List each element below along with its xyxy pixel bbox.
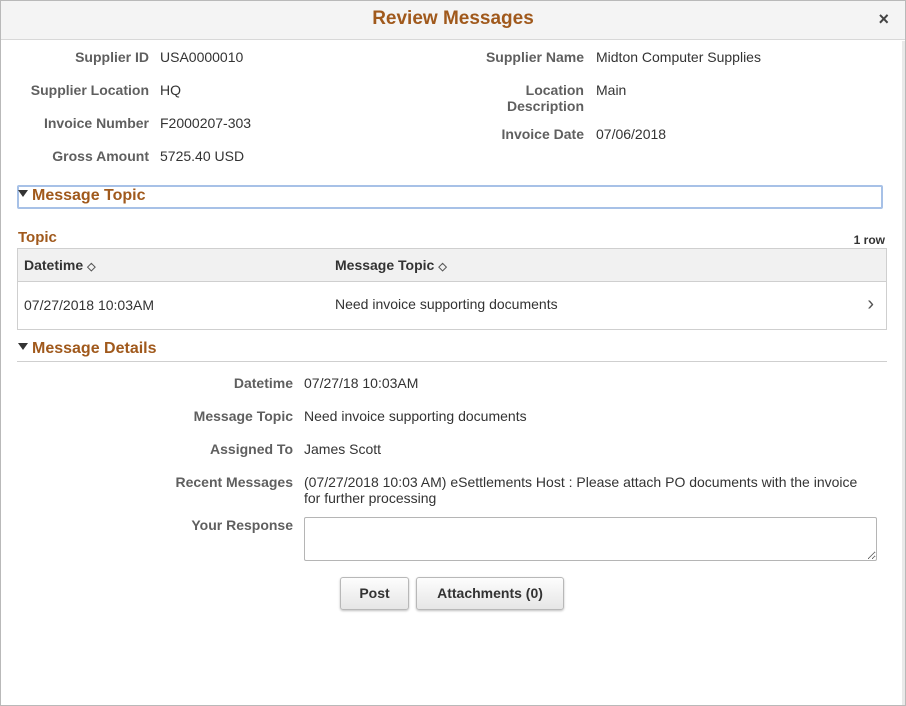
assigned-to-label: Assigned To bbox=[210, 441, 293, 457]
attachments-button[interactable]: Attachments (0) bbox=[416, 577, 564, 610]
detail-topic-value: Need invoice supporting documents bbox=[304, 408, 527, 424]
your-response-textarea[interactable] bbox=[304, 517, 877, 561]
invoice-date-value: 07/06/2018 bbox=[596, 126, 667, 142]
scrollbar[interactable] bbox=[902, 41, 905, 705]
supplier-name-label: Supplier Name bbox=[485, 49, 584, 65]
invoice-number-value: F2000207-303 bbox=[160, 115, 252, 131]
message-details-section-title: Message Details bbox=[32, 340, 157, 357]
supplier-id-label: Supplier ID bbox=[75, 49, 149, 65]
sort-icon: ◇ bbox=[438, 261, 447, 273]
message-topic-section-toggle[interactable]: Message Topic bbox=[18, 187, 146, 205]
detail-topic-label: Message Topic bbox=[193, 408, 293, 424]
topic-grid-header: Datetime ◇ Message Topic ◇ bbox=[18, 249, 886, 282]
detail-datetime-value: 07/27/18 10:03AM bbox=[304, 375, 419, 391]
column-header-datetime[interactable]: Datetime ◇ bbox=[24, 257, 96, 273]
topic-grid-title: Topic bbox=[18, 229, 57, 246]
message-details-section-toggle[interactable]: Message Details bbox=[18, 340, 157, 358]
location-description-label-line1: Location bbox=[525, 82, 584, 98]
recent-messages-line2: for further processing bbox=[304, 490, 437, 506]
dialog-title: Review Messages bbox=[372, 8, 534, 29]
invoice-number-label: Invoice Number bbox=[43, 115, 149, 131]
recent-messages-line1: (07/27/2018 10:03 AM) eSettlements Host … bbox=[304, 474, 858, 490]
column-header-message-topic-label: Message Topic bbox=[335, 257, 435, 273]
close-icon[interactable]: × bbox=[878, 9, 889, 29]
message-topic-focus-outline bbox=[17, 185, 883, 209]
review-messages-dialog: Review Messages × Supplier ID USA0000010… bbox=[0, 0, 906, 706]
row-message-topic: Need invoice supporting documents bbox=[335, 296, 558, 312]
recent-messages-label: Recent Messages bbox=[175, 474, 293, 490]
detail-datetime-label: Datetime bbox=[233, 375, 293, 391]
invoice-date-label: Invoice Date bbox=[501, 126, 584, 142]
triangle-down-icon bbox=[18, 343, 28, 351]
location-description-value: Main bbox=[596, 82, 627, 98]
dialog-header: Review Messages × bbox=[1, 1, 905, 40]
location-description-label-line2: Description bbox=[506, 98, 584, 114]
supplier-id-value: USA0000010 bbox=[160, 49, 244, 65]
column-header-message-topic[interactable]: Message Topic ◇ bbox=[335, 257, 447, 273]
supplier-location-label: Supplier Location bbox=[30, 82, 149, 98]
supplier-name-value: Midton Computer Supplies bbox=[596, 49, 761, 65]
supplier-location-value: HQ bbox=[160, 82, 181, 98]
gross-amount-label: Gross Amount bbox=[52, 148, 149, 164]
message-topic-section-title: Message Topic bbox=[32, 187, 146, 204]
gross-amount-value: 5725.40 USD bbox=[160, 148, 245, 164]
section-divider bbox=[17, 361, 887, 362]
post-button[interactable]: Post bbox=[340, 577, 409, 610]
row-count: 1 row bbox=[853, 233, 885, 247]
assigned-to-value: James Scott bbox=[304, 441, 382, 457]
topic-grid: Datetime ◇ Message Topic ◇ 07/27/2018 10:0… bbox=[17, 248, 887, 330]
column-header-datetime-label: Datetime bbox=[24, 257, 84, 273]
row-datetime: 07/27/2018 10:03AM bbox=[24, 297, 154, 313]
chevron-right-icon[interactable]: › bbox=[867, 293, 874, 316]
sort-icon: ◇ bbox=[87, 261, 96, 273]
your-response-label: Your Response bbox=[191, 517, 293, 533]
triangle-down-icon bbox=[18, 190, 28, 198]
